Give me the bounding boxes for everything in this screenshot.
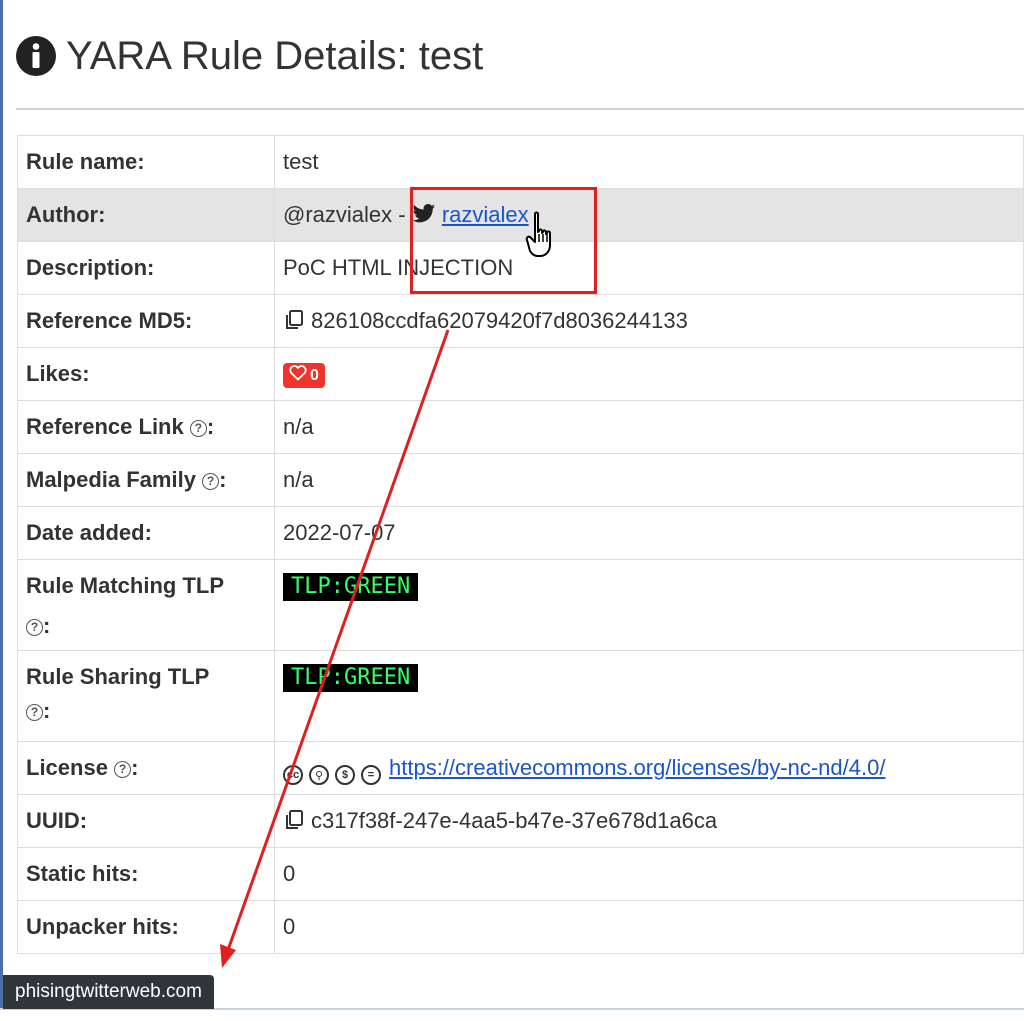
copy-icon[interactable] — [283, 809, 305, 837]
malpedia-family-label-text: Malpedia Family — [26, 467, 196, 492]
unpacker-hits-label: Unpacker hits: — [17, 900, 275, 954]
table-row-license: License ?: cc ⚲ $ = https://creativecomm… — [17, 741, 1024, 795]
table-row-likes: Likes: 0 — [17, 347, 1024, 401]
malpedia-family-value: n/a — [274, 453, 1024, 507]
unpacker-hits-value: 0 — [274, 900, 1024, 954]
license-value: cc ⚲ $ = https://creativecommons.org/lic… — [274, 741, 1024, 795]
table-row-static-hits: Static hits: 0 — [17, 847, 1024, 901]
table-row-rule-sharing-tlp: Rule Sharing TLP ?: TLP:GREEN — [17, 650, 1024, 742]
license-label-text: License — [26, 755, 108, 780]
date-added-label: Date added: — [17, 506, 275, 560]
title-divider — [16, 108, 1024, 110]
table-row-reference-link: Reference Link ?: n/a — [17, 400, 1024, 454]
table-row-date-added: Date added: 2022-07-07 — [17, 506, 1024, 560]
heart-icon — [289, 365, 307, 386]
static-hits-label: Static hits: — [17, 847, 275, 901]
twitter-bird-icon — [412, 204, 436, 230]
question-circle-icon[interactable]: ? — [114, 760, 132, 778]
reference-link-label-text: Reference Link — [26, 414, 184, 439]
table-row-reference-md5: Reference MD5: 826108ccdfa62079420f7d803… — [17, 294, 1024, 348]
likes-value: 0 — [274, 347, 1024, 401]
tlp-badge: TLP:GREEN — [283, 573, 419, 601]
reference-md5-label: Reference MD5: — [17, 294, 275, 348]
page-title-text: YARA Rule Details: test — [66, 33, 484, 78]
window-bottom-border — [0, 1008, 1024, 1021]
window-left-border — [0, 0, 3, 1019]
table-row-uuid: UUID: c317f38f-247e-4aa5-b47e-37e678d1a6… — [17, 794, 1024, 848]
table-row-description: Description: PoC HTML INJECTION — [17, 241, 1024, 295]
label-suffix: : — [219, 467, 227, 492]
table-row-rule-name: Rule name: test — [17, 135, 1024, 189]
cc-license-icons: cc ⚲ $ = — [283, 765, 381, 785]
label-suffix: : — [43, 698, 51, 723]
reference-link-value: n/a — [274, 400, 1024, 454]
rule-name-value: test — [274, 135, 1024, 189]
tlp-badge: TLP:GREEN — [283, 664, 419, 692]
rule-matching-tlp-value: TLP:GREEN — [274, 559, 1024, 651]
label-suffix: : — [43, 613, 51, 638]
md5-hash: 826108ccdfa62079420f7d8036244133 — [311, 308, 688, 333]
rule-name-label: Rule name: — [17, 135, 275, 189]
likes-label: Likes: — [17, 347, 275, 401]
author-label: Author: — [17, 188, 275, 242]
static-hits-value: 0 — [274, 847, 1024, 901]
link-url-status-tooltip: phisingtwitterweb.com — [3, 975, 214, 1009]
reference-link-label: Reference Link ?: — [17, 400, 275, 454]
status-url: phisingtwitterweb.com — [15, 981, 202, 1002]
rule-details-table: Rule name: test Author: @razvialex - raz… — [17, 135, 1024, 954]
label-suffix: : — [206, 414, 215, 439]
cc-nd-icon: = — [361, 765, 381, 785]
table-row-unpacker-hits: Unpacker hits: 0 — [17, 900, 1024, 954]
like-button[interactable]: 0 — [283, 363, 325, 388]
description-value: PoC HTML INJECTION — [274, 241, 1024, 295]
rule-sharing-tlp-label-text: Rule Sharing TLP — [26, 664, 210, 689]
rule-sharing-tlp-value: TLP:GREEN — [274, 650, 1024, 742]
date-added-value: 2022-07-07 — [274, 506, 1024, 560]
question-circle-icon[interactable]: ? — [202, 472, 220, 490]
likes-count: 0 — [310, 366, 319, 384]
cc-by-icon: ⚲ — [309, 765, 329, 785]
description-label: Description: — [17, 241, 275, 295]
cc-nc-icon: $ — [335, 765, 355, 785]
author-value: @razvialex - razvialex — [274, 188, 1024, 242]
copy-icon[interactable] — [283, 309, 305, 337]
cc-icon: cc — [283, 765, 303, 785]
uuid-value: c317f38f-247e-4aa5-b47e-37e678d1a6ca — [274, 794, 1024, 848]
info-circle-icon — [16, 36, 56, 76]
uuid-label: UUID: — [17, 794, 275, 848]
question-circle-icon[interactable]: ? — [26, 703, 43, 721]
author-handle: @razvialex — [283, 202, 393, 227]
question-circle-icon[interactable]: ? — [189, 419, 207, 437]
rule-matching-tlp-label: Rule Matching TLP ?: — [17, 559, 275, 651]
license-link[interactable]: https://creativecommons.org/licenses/by-… — [389, 755, 885, 780]
rule-matching-tlp-label-text: Rule Matching TLP — [26, 573, 224, 598]
page-title: YARA Rule Details: test — [16, 30, 483, 82]
question-circle-icon[interactable]: ? — [26, 618, 43, 636]
label-suffix: : — [131, 755, 139, 780]
author-separator: - — [392, 202, 412, 227]
table-row-malpedia-family: Malpedia Family ?: n/a — [17, 453, 1024, 507]
table-row-rule-matching-tlp: Rule Matching TLP ?: TLP:GREEN — [17, 559, 1024, 651]
uuid-text: c317f38f-247e-4aa5-b47e-37e678d1a6ca — [311, 808, 718, 833]
malpedia-family-label: Malpedia Family ?: — [17, 453, 275, 507]
reference-md5-value: 826108ccdfa62079420f7d8036244133 — [274, 294, 1024, 348]
twitter-profile-link[interactable]: razvialex — [442, 202, 529, 227]
rule-sharing-tlp-label: Rule Sharing TLP ?: — [17, 650, 275, 742]
license-label: License ?: — [17, 741, 275, 795]
table-row-author: Author: @razvialex - razvialex — [17, 188, 1024, 242]
